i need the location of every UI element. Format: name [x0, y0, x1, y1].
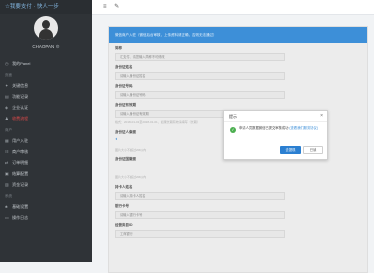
id-front-hint: 图片大小不超过2M以内: [115, 148, 147, 152]
brand-logo[interactable]: ☆我要支付 · 快人一步: [0, 0, 92, 14]
dashboard-icon: ◷: [5, 61, 9, 66]
avatar[interactable]: [34, 16, 58, 40]
list-icon: ▤: [5, 94, 9, 99]
field-label-id-front: 身份证人像面: [115, 130, 136, 134]
confirm-button[interactable]: 去提现: [280, 146, 301, 154]
id-name-input[interactable]: 请输入身份证姓名: [115, 72, 285, 80]
sidebar-item-label: 结算配置: [12, 171, 29, 176]
star-icon: ✦: [5, 83, 9, 88]
top-bar: ≡ ✎: [92, 0, 374, 15]
sidebar-section-label: 商户: [5, 128, 12, 132]
bank-card-input[interactable]: 请输入银行卡号: [115, 211, 285, 219]
sidebar-item-certification[interactable]: ◈ 企业认证: [0, 102, 92, 113]
sidebar-item-label: 基础设置: [12, 204, 29, 209]
username: CHAOPAN: [32, 44, 55, 49]
sidebar-item-label: 资金记录: [12, 182, 29, 187]
avatar-body: [39, 29, 53, 40]
id-back-hint: 图片大小不超过2M以内: [115, 175, 147, 179]
form-banner: 微信商户入驻（微信后台审核，上传资料请正确，否则无法通过）: [109, 27, 367, 43]
user-icon: ♟: [5, 116, 9, 121]
sidebar-item-label: 操作日志: [12, 215, 29, 220]
dialog-agreement-link[interactable]: (查看我们服务协议): [289, 126, 318, 130]
sidebar-item-settings[interactable]: ♣ 基础设置: [0, 201, 92, 212]
field-label-shortname: 简称: [115, 46, 122, 50]
field-label-id-number: 身份证号码: [115, 84, 133, 88]
field-label-id-validity: 身份证有效期: [115, 103, 136, 107]
sidebar-section-label: 页面: [5, 73, 12, 77]
field-label-cardholder: 持卡人姓名: [115, 185, 133, 189]
wallet-icon: ▣: [5, 171, 9, 176]
cancel-button[interactable]: 已读: [303, 146, 323, 154]
arrows-icon: ⇄: [5, 160, 9, 165]
edit-icon[interactable]: ✎: [114, 4, 119, 10]
success-icon: ✓: [230, 127, 236, 133]
log-icon: ▭: [5, 215, 9, 220]
dialog-divider: [224, 121, 327, 122]
sidebar-item-merchant-review[interactable]: ☷ 商户审核: [0, 146, 92, 157]
cardholder-input[interactable]: 请输入持卡人姓名: [115, 192, 285, 200]
field-label-id-name: 身份证姓名: [115, 65, 133, 69]
sidebar-item-label: 订单明细: [12, 160, 29, 165]
sidebar-item-label: 收费流程: [12, 116, 29, 121]
sidebar-item-funds[interactable]: ▥ 资金记录: [0, 179, 92, 190]
avatar-head: [42, 20, 50, 29]
shortname-input[interactable]: 汇支付、请您输入简称不可修改: [115, 53, 285, 61]
sidebar-item-key-info[interactable]: ✦ 关键信息: [0, 80, 92, 91]
sidebar-item-fees[interactable]: ♟ 收费流程: [0, 113, 92, 124]
sidebar-section-label: 系统: [5, 194, 12, 198]
sidebar-item-label: 用户入驻: [12, 138, 29, 143]
dialog-message: 申请人员数据微信已提交审核成功 (查看我们服务协议): [239, 126, 323, 130]
person-icon: ♣: [5, 204, 8, 209]
sidebar-item-logs[interactable]: ▭ 操作日志: [0, 212, 92, 223]
field-label-id-back: 身份证国徽面: [115, 157, 136, 161]
sidebar-item-merchant-onboard[interactable]: ▦ 用户入驻: [0, 135, 92, 146]
sidebar-item-settlement[interactable]: ▣ 结算配置: [0, 168, 92, 179]
sidebar-item-dashboard[interactable]: ◷ 我的Panel: [0, 58, 92, 69]
dialog-title: 提示: [229, 114, 237, 119]
grid-icon: ▦: [5, 138, 9, 143]
users-icon: ☷: [5, 149, 9, 154]
sidebar-item-label: 关键信息: [12, 83, 29, 88]
id-number-input[interactable]: 请输入身份证号码: [115, 91, 285, 99]
username-row: CHAOPAN ⚙: [0, 44, 92, 50]
id-validity-hint: 格式：2018-01-01至2028-01-01，如果长期有效请填写（长期）: [115, 120, 200, 124]
sidebar: ☆我要支付 · 快人一步 CHAOPAN ⚙ ◷ 我的Panel 页面 ✦ 关键…: [0, 0, 92, 262]
gear-icon[interactable]: ⚙: [56, 44, 60, 49]
close-icon[interactable]: ×: [320, 113, 323, 119]
field-label-category: 经营类目ID: [115, 223, 133, 227]
sidebar-item-records[interactable]: ▤ 功能记录: [0, 91, 92, 102]
sidebar-item-orders[interactable]: ⇄ 订单明细: [0, 157, 92, 168]
shield-icon: ◈: [5, 105, 9, 110]
sidebar-item-label: 我的Panel: [12, 61, 31, 66]
sidebar-item-label: 企业认证: [12, 105, 29, 110]
sidebar-item-label: 商户审核: [12, 149, 29, 154]
menu-icon[interactable]: ≡: [103, 4, 107, 10]
dialog-message-text: 申请人员数据微信已提交审核成功: [239, 126, 289, 130]
money-icon: ▥: [5, 182, 9, 187]
field-label-bank-card: 银行卡号: [115, 204, 129, 208]
sidebar-nav: ◷ 我的Panel 页面 ✦ 关键信息 ▤ 功能记录 ◈ 企业认证 ♟ 收费流程…: [0, 58, 92, 223]
category-select[interactable]: 工商银行: [115, 230, 285, 238]
id-front-upload-link[interactable]: ⬆: [115, 137, 118, 141]
sidebar-item-label: 功能记录: [12, 94, 29, 99]
notice-dialog: 提示 × ✓ 申请人员数据微信已提交审核成功 (查看我们服务协议) 去提现 已读: [223, 110, 328, 160]
